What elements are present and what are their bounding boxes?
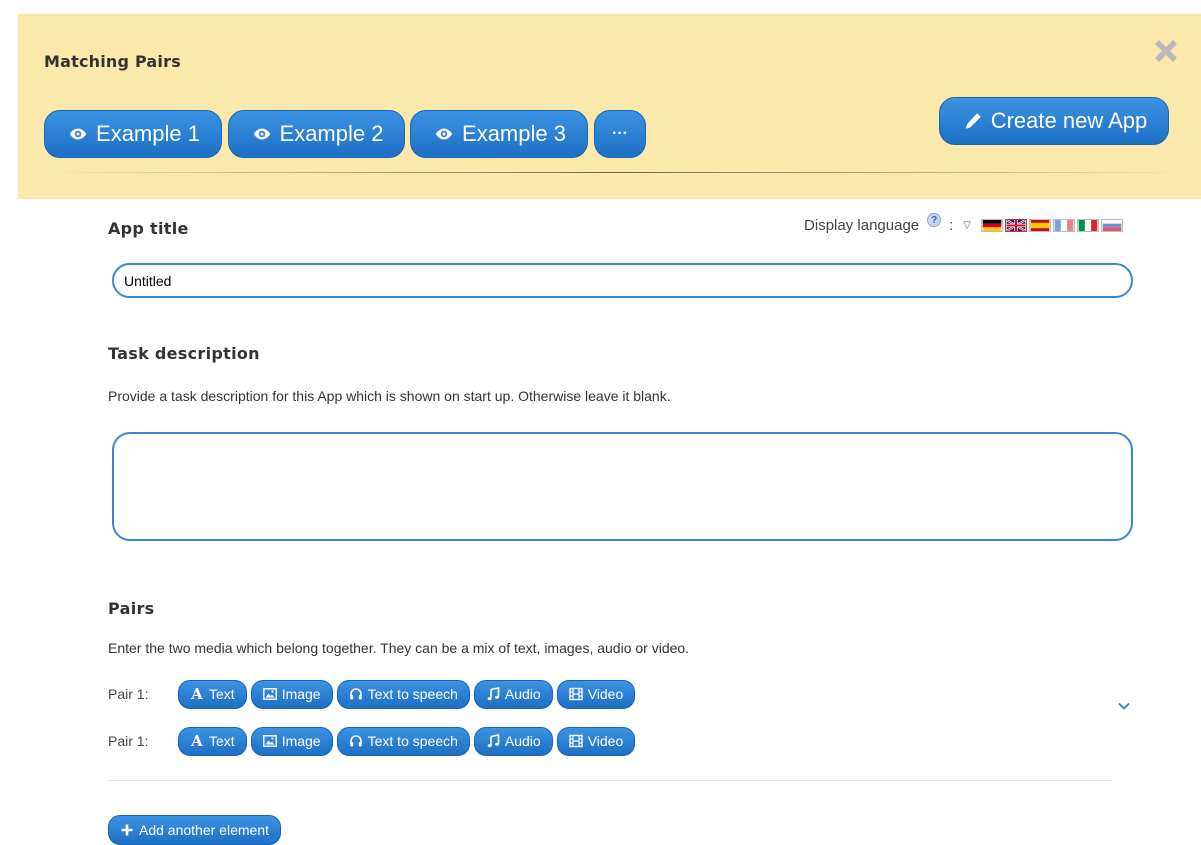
example-1-button[interactable]: Example 1 bbox=[44, 110, 222, 158]
app-title-input[interactable] bbox=[112, 263, 1133, 298]
audio-button[interactable]: Audio bbox=[473, 679, 553, 709]
image-icon bbox=[262, 687, 277, 701]
headphones-icon bbox=[349, 687, 363, 701]
colon: : bbox=[949, 216, 954, 234]
audio-button-label: Audio bbox=[504, 686, 541, 702]
more-examples-button[interactable]: ··· bbox=[594, 110, 646, 158]
spanish-flag-icon[interactable] bbox=[1029, 218, 1051, 232]
french-flag-icon[interactable] bbox=[1053, 218, 1075, 232]
image-button-label: Image bbox=[281, 686, 321, 702]
create-new-app-label: Create new App bbox=[990, 108, 1148, 133]
pairs-help-text: Enter the two media which belong togethe… bbox=[108, 640, 690, 656]
pair-label: Pair 1: bbox=[108, 733, 149, 749]
film-icon bbox=[569, 687, 583, 701]
italian-flag-icon[interactable] bbox=[1077, 218, 1099, 232]
add-another-element-label: Add another element bbox=[139, 822, 269, 838]
russian-flag-icon[interactable] bbox=[1101, 218, 1123, 232]
task-description-help-text: Provide a task description for this App … bbox=[108, 388, 671, 404]
ellipsis-icon: ··· bbox=[612, 125, 628, 142]
app-header: Matching Pairs Example 1 Example 2 Examp… bbox=[18, 14, 1201, 199]
text-to-speech-button[interactable]: Text to speech bbox=[336, 679, 470, 709]
uk-flag-icon[interactable] bbox=[1005, 218, 1027, 232]
plus-icon bbox=[120, 823, 134, 837]
create-new-app-button[interactable]: Create new App bbox=[939, 97, 1169, 145]
eye-icon bbox=[432, 122, 456, 146]
film-icon bbox=[569, 734, 583, 748]
text-a-icon: A bbox=[191, 732, 203, 750]
app-title-heading: App title bbox=[108, 219, 189, 238]
german-flag-icon[interactable] bbox=[981, 218, 1003, 232]
chevron-down-icon[interactable] bbox=[1117, 699, 1131, 713]
video-button-label: Video bbox=[587, 686, 624, 702]
music-note-icon bbox=[486, 687, 500, 701]
video-button[interactable]: Video bbox=[556, 679, 636, 709]
help-icon[interactable]: ? bbox=[927, 213, 942, 227]
image-button[interactable]: Image bbox=[250, 679, 333, 709]
example-3-label: Example 3 bbox=[462, 121, 566, 146]
example-2-label: Example 2 bbox=[279, 121, 384, 146]
image-button[interactable]: Image bbox=[250, 726, 333, 756]
headphones-icon bbox=[349, 734, 363, 748]
pair-row: Pair 1: A Text Image Text to speech Audi… bbox=[108, 679, 636, 709]
text-to-speech-button-label: Text to speech bbox=[367, 733, 458, 749]
add-another-element-button[interactable]: Add another element bbox=[108, 815, 281, 845]
text-to-speech-button[interactable]: Text to speech bbox=[336, 726, 470, 756]
example-3-button[interactable]: Example 3 bbox=[410, 110, 588, 158]
text-button-label: Text bbox=[209, 733, 235, 749]
text-to-speech-button-label: Text to speech bbox=[367, 686, 458, 702]
dropdown-arrow-icon[interactable]: ▽ bbox=[963, 220, 971, 231]
audio-button-label: Audio bbox=[504, 733, 541, 749]
audio-button[interactable]: Audio bbox=[473, 726, 553, 756]
task-description-textarea[interactable] bbox=[112, 432, 1133, 541]
display-language-bar: Display language ? : ▽ bbox=[804, 213, 1123, 235]
text-a-icon: A bbox=[191, 685, 203, 703]
task-description-heading: Task description bbox=[108, 344, 260, 363]
display-language-label: Display language bbox=[804, 216, 920, 234]
text-button[interactable]: A Text bbox=[178, 726, 247, 756]
pair-label: Pair 1: bbox=[108, 686, 149, 702]
app-type-title: Matching Pairs bbox=[44, 52, 181, 71]
text-button[interactable]: A Text bbox=[178, 679, 247, 709]
eye-icon bbox=[250, 122, 274, 146]
video-button-label: Video bbox=[587, 733, 624, 749]
pair-row: Pair 1: A Text Image Text to speech Audi… bbox=[108, 726, 636, 756]
pencil-icon bbox=[961, 109, 985, 133]
video-button[interactable]: Video bbox=[556, 726, 636, 756]
pairs-heading: Pairs bbox=[108, 599, 155, 618]
header-divider bbox=[44, 172, 1191, 173]
pairs-divider bbox=[108, 780, 1112, 781]
text-button-label: Text bbox=[209, 686, 235, 702]
example-1-label: Example 1 bbox=[96, 121, 200, 146]
close-icon[interactable] bbox=[1151, 36, 1181, 66]
image-button-label: Image bbox=[281, 733, 321, 749]
eye-icon bbox=[66, 122, 90, 146]
image-icon bbox=[262, 734, 277, 748]
example-2-button[interactable]: Example 2 bbox=[228, 110, 405, 158]
music-note-icon bbox=[486, 734, 500, 748]
language-flags bbox=[981, 218, 1123, 232]
